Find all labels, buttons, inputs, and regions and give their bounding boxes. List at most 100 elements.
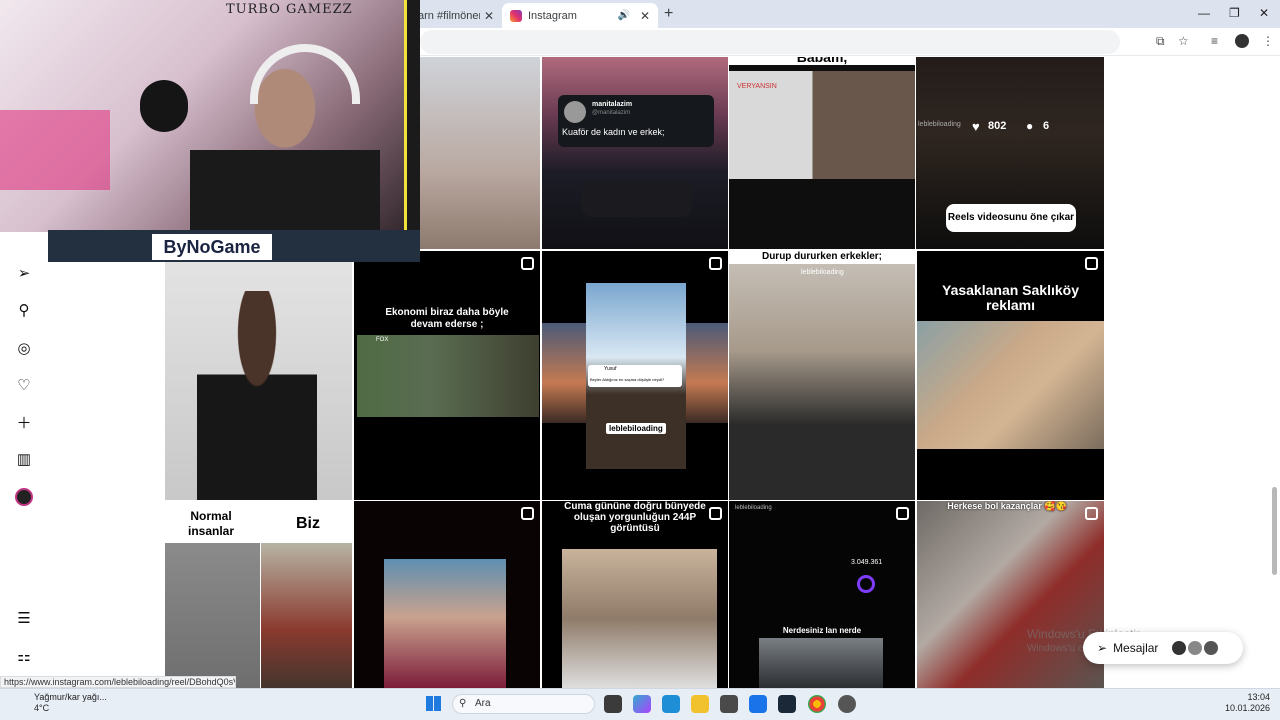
tab-search-icon[interactable]: ≡ (1211, 34, 1218, 48)
item-caption: Babam, (729, 57, 915, 65)
item-caption: Nerdesiniz lan nerde (782, 626, 862, 635)
speaker-icon[interactable]: 🔊 (617, 10, 629, 21)
frame-border (404, 0, 420, 232)
grid-item[interactable] (165, 251, 352, 500)
photo-right (261, 543, 352, 688)
search-icon: ⚲ (459, 698, 467, 709)
item-caption-right: Biz (296, 515, 320, 532)
likes-count: 802 (988, 120, 1007, 132)
account-badge: leblebiloading (801, 269, 844, 276)
clock[interactable]: 13:04 10.01.2026 (1224, 692, 1270, 714)
heart-icon[interactable]: ♡ (14, 375, 34, 395)
send-icon[interactable]: ➢ (14, 263, 34, 283)
minimize-button[interactable]: — (1198, 6, 1210, 20)
tweet-text: Kuaför de kadın ve erkek; (562, 127, 665, 137)
search-icon[interactable]: ⚲ (14, 300, 34, 320)
tab-label: arn #filmönerile (418, 9, 480, 22)
close-icon[interactable]: ✕ (484, 9, 494, 23)
right-margin (1105, 56, 1280, 688)
video-frame (357, 335, 539, 417)
tweet-text: Beyler Aldığınız en saçma düşüşle neydi? (590, 377, 665, 382)
grid-item[interactable]: Babam, VERYANSIN (729, 57, 915, 249)
start-icon[interactable] (426, 696, 441, 711)
profile-icon[interactable] (14, 487, 34, 507)
taskbar-search[interactable]: ⚲ Ara (452, 694, 595, 714)
tweet-user: manitalazim (592, 101, 633, 108)
item-caption: Cuma gününe doğru bünyede oluşan yorgunl… (564, 501, 706, 534)
date: 10.01.2026 (1224, 703, 1270, 713)
reel-icon (709, 257, 722, 270)
progress-ring (857, 575, 875, 593)
file-explorer-icon[interactable] (691, 695, 709, 713)
reel-icon (1085, 507, 1098, 520)
reel-icon (521, 507, 534, 520)
copilot-icon[interactable] (633, 695, 651, 713)
grid-item[interactable]: Yusuf Beyler Aldığınız en saçma düşüşle … (542, 251, 728, 500)
grid-item[interactable] (418, 57, 540, 249)
reel-icon (896, 507, 909, 520)
menu-icon[interactable]: ☰ (14, 608, 34, 628)
video-frame (917, 321, 1104, 449)
app-icon[interactable] (838, 695, 856, 713)
grid-item[interactable]: leblebiloading 3.049.361 Nerdesiniz lan … (729, 501, 915, 688)
star-icon[interactable]: ☆ (1178, 34, 1189, 48)
grid-item[interactable] (354, 501, 540, 688)
tab-label: Instagram (528, 9, 577, 22)
channel-name: TURBO GAMEZZ (226, 2, 353, 17)
person (759, 638, 883, 688)
comment-icon: ● (1026, 119, 1034, 133)
car-taillights (582, 181, 692, 217)
restore-button[interactable]: ❐ (1229, 6, 1240, 20)
person (197, 291, 317, 500)
video-frame (384, 559, 506, 688)
grid-item[interactable]: Herkese bol kazançlar 🥰😘 (917, 501, 1104, 688)
explore-icon[interactable]: ◎ (14, 338, 34, 358)
weather-widget[interactable]: Yağmur/kar yağı... 4°C (14, 692, 107, 714)
account-badge: leblebiloading (735, 505, 772, 511)
grid-item[interactable]: Durup dururken erkekler; leblebiloading (729, 251, 915, 500)
address-bar[interactable] (420, 30, 1120, 54)
insights-icon[interactable]: ▥ (14, 449, 34, 469)
tweet-user: Yusuf (604, 366, 617, 372)
cast-icon[interactable]: ⧉ (1156, 34, 1165, 49)
apps-icon[interactable]: ⚏ (14, 646, 34, 666)
messages-button[interactable]: ➢ Mesajlar (1083, 632, 1243, 664)
kebab-menu-icon[interactable]: ⋮ (1262, 34, 1274, 48)
grid-item[interactable]: Cuma gününe doğru bünyede oluşan yorgunl… (542, 501, 728, 688)
messages-label: Mesajlar (1113, 641, 1159, 655)
steam-icon[interactable] (778, 695, 796, 713)
grid-item[interactable]: Normal insanlar Biz (165, 501, 352, 688)
photo-left (165, 543, 260, 688)
grid-item[interactable]: Ekonomi biraz daha böyle devam ederse ; … (354, 251, 540, 500)
close-icon[interactable]: ✕ (640, 9, 650, 23)
tweet-card: manitalazim @manitalazim Kuaför de kadın… (558, 95, 714, 147)
item-caption: Herkese bol kazançlar 🥰😘 (947, 501, 1067, 511)
new-tab-button[interactable]: + (664, 5, 673, 23)
store-icon[interactable] (720, 695, 738, 713)
item-caption: Ekonomi biraz daha böyle devam ederse ; (385, 307, 509, 330)
item-caption: Durup dururken erkekler; (729, 251, 915, 264)
avatar (1172, 641, 1187, 655)
chrome-icon[interactable] (808, 695, 826, 713)
scrollbar-thumb[interactable] (1272, 487, 1277, 575)
grid-item[interactable]: Yasaklanan Saklıköy reklamı (917, 251, 1104, 500)
item-caption: Normal insanlar (187, 509, 235, 538)
task-view-icon[interactable] (604, 695, 622, 713)
close-window-button[interactable]: ✕ (1259, 6, 1269, 20)
grid-item-featured[interactable]: leblebiloading ♥ 802 ● 6 Reels videosunu… (916, 57, 1104, 249)
profile-avatar[interactable] (1235, 34, 1249, 48)
item-caption: leblebiloading (606, 423, 666, 434)
avatar (1204, 641, 1219, 655)
create-icon[interactable]: ＋ (14, 412, 34, 432)
tab-filmonerile[interactable]: arn #filmönerile ✕ (410, 3, 502, 28)
stat-value: 3.049.361 (851, 559, 883, 566)
tab-instagram[interactable]: Instagram 🔊 ✕ (502, 3, 658, 28)
status-url: https://www.instagram.com/leblebiloading… (0, 676, 236, 688)
grid-item[interactable]: manitalazim @manitalazim Kuaför de kadın… (542, 57, 728, 249)
feature-reel-button[interactable]: Reels videosunu öne çıkar (946, 204, 1076, 232)
comments-count: 6 (1043, 120, 1050, 132)
lamp (140, 80, 188, 132)
send-icon: ➢ (1097, 641, 1108, 655)
edge-icon[interactable] (662, 695, 680, 713)
mail-icon[interactable] (749, 695, 767, 713)
